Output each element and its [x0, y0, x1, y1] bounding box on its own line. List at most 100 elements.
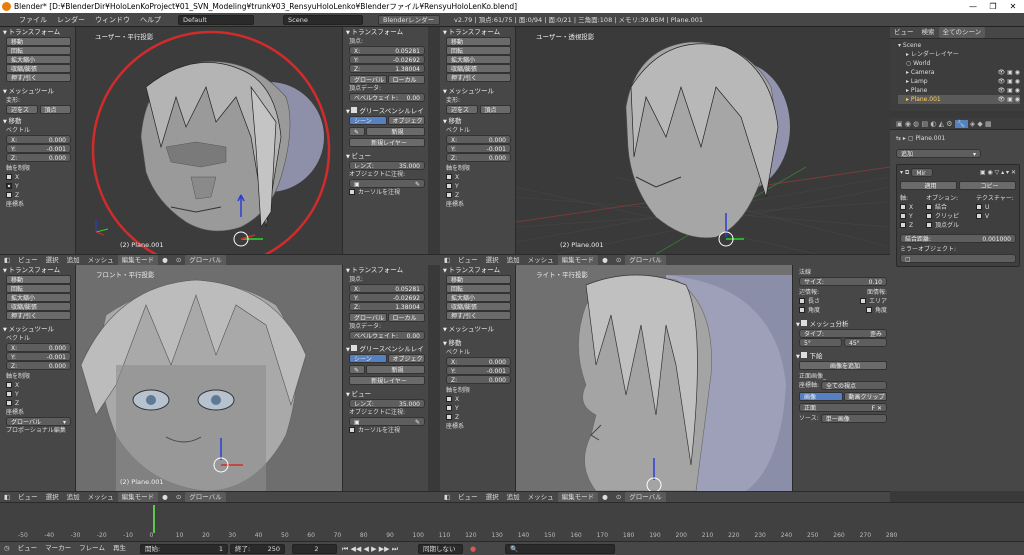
vector-z-field[interactable]: Z: 0.000: [446, 153, 511, 162]
analysis-type-field[interactable]: タイプ: 歪み: [799, 329, 887, 338]
orientation-selector[interactable]: グローバル: [185, 492, 226, 502]
move-button[interactable]: 移動: [446, 275, 511, 284]
mirror-object-field[interactable]: ▢: [900, 254, 1016, 263]
viewport-bottom-right[interactable]: ライト・平行投影: [516, 265, 792, 491]
section-grease-pencil[interactable]: グリースペンシルレイ: [343, 106, 428, 116]
section-meshtools[interactable]: メッシュツール: [0, 86, 75, 96]
pivot-icon[interactable]: ⊙: [172, 492, 185, 502]
gp-object-button[interactable]: オブジェクト: [387, 354, 425, 363]
mirror-v-checkbox[interactable]: V: [976, 212, 1014, 221]
move-button[interactable]: 移動: [446, 37, 511, 46]
mode-selector[interactable]: 編集モード: [117, 255, 159, 265]
outliner-row-lamp[interactable]: ▸ Lamp 👁 ▣ ◉: [898, 77, 1020, 86]
constraint-y-checkbox[interactable]: Y: [6, 390, 71, 399]
shrink-button[interactable]: 収縮/膨張: [6, 64, 71, 73]
gp-new-button[interactable]: 新規: [366, 365, 425, 374]
outliner-row-plane[interactable]: ▸ Plane 👁 ▣ ◉: [898, 86, 1020, 95]
rotate-button[interactable]: 回転: [6, 46, 71, 55]
section-transform[interactable]: トランスフォーム: [0, 27, 75, 37]
vector-x-field[interactable]: X: 0.000: [446, 135, 511, 144]
push-pull-button[interactable]: 押す/引く: [446, 73, 511, 82]
pivot-icon[interactable]: ⊙: [612, 255, 625, 265]
vector-y-field[interactable]: Y: -0.001: [6, 144, 71, 153]
area-checkbox[interactable]: エリア: [859, 297, 887, 306]
menu-help[interactable]: ヘルプ: [135, 13, 166, 26]
close-button[interactable]: ✕: [1003, 0, 1023, 13]
section-meshtools[interactable]: メッシュツール: [440, 324, 515, 334]
section-move-op[interactable]: 移動: [0, 116, 75, 126]
section-mesh-analysis[interactable]: メッシュ分析: [793, 319, 890, 329]
add-image-button[interactable]: 画像を追加: [799, 361, 887, 370]
pencil-icon[interactable]: ✎: [349, 365, 365, 374]
vector-x-field[interactable]: X: 0.000: [6, 135, 71, 144]
mirror-z-checkbox[interactable]: Z: [900, 221, 926, 230]
angle-checkbox[interactable]: 角度: [799, 306, 820, 315]
mode-selector[interactable]: 編集モード: [557, 492, 599, 502]
menu-file[interactable]: ファイル: [14, 13, 52, 26]
orientation-selector[interactable]: グローバル: [625, 492, 666, 502]
section-transform[interactable]: トランスフォーム: [0, 265, 75, 275]
vertex-y-field[interactable]: Y: -0.02692: [349, 55, 425, 64]
lock-cursor-checkbox[interactable]: カーソルを注視: [349, 188, 425, 197]
constraint-z-checkbox[interactable]: Z: [446, 191, 511, 200]
shading-icon[interactable]: ●: [158, 255, 172, 265]
modifier-display-icons[interactable]: ▣ ◉ ▽ ▴ ▾ ✕: [980, 168, 1016, 177]
lens-field[interactable]: レンズ: 35.000: [349, 399, 425, 408]
sync-selector[interactable]: 同期しない: [418, 544, 463, 554]
lens-field[interactable]: レンズ: 35.000: [349, 161, 425, 170]
timeline-frame-menu[interactable]: フレーム: [75, 542, 109, 555]
edge-slide-button[interactable]: 辺をス: [6, 105, 38, 114]
movie-clip-button[interactable]: 動画クリップ: [843, 392, 887, 401]
add-menu[interactable]: 追加: [503, 255, 524, 265]
lock-cursor-checkbox[interactable]: カーソルを注視: [349, 426, 425, 435]
vertex-slide-button[interactable]: 頂点: [479, 105, 511, 114]
vector-y-field[interactable]: Y: -0.001: [446, 366, 511, 375]
constraint-x-checkbox[interactable]: X: [6, 381, 71, 390]
mirror-u-checkbox[interactable]: U: [976, 203, 1014, 212]
add-modifier-button[interactable]: 追加 ▾: [896, 149, 981, 158]
min-angle-field[interactable]: 5°: [799, 338, 842, 347]
timeline[interactable]: -50 -40 -30 -20 -10 0 10 20 30 40 50 60 70 80 90 100 110…: [0, 502, 1024, 541]
modifier-name-field[interactable]: Mir: [911, 168, 934, 177]
timeline-view-menu[interactable]: ビュー: [14, 542, 42, 555]
local-button[interactable]: ローカル: [387, 75, 425, 84]
shading-icon[interactable]: ●: [598, 492, 612, 502]
outliner-row-world[interactable]: ○ World: [898, 59, 1020, 68]
menu-render[interactable]: レンダー: [52, 13, 90, 26]
timeline-play-menu[interactable]: 再生: [109, 542, 130, 555]
bevel-weight-field[interactable]: ベベルウェイト: 0.00: [349, 331, 425, 340]
lock-object-field[interactable]: ▣ ✎: [349, 179, 425, 188]
render-engine-selector[interactable]: Blenderレンダー: [378, 15, 440, 25]
mode-selector[interactable]: 編集モード: [557, 255, 599, 265]
vector-z-field[interactable]: Z: 0.000: [6, 361, 71, 370]
shrink-button[interactable]: 収縮/膨張: [446, 302, 511, 311]
layout-selector[interactable]: Default: [178, 15, 254, 25]
constraint-z-checkbox[interactable]: Z: [446, 413, 511, 422]
scale-button[interactable]: 拡大縮小: [6, 293, 71, 302]
minimize-button[interactable]: —: [963, 0, 983, 13]
orientation-selector[interactable]: グローバル: [625, 255, 666, 265]
push-pull-button[interactable]: 押す/引く: [6, 73, 71, 82]
move-button[interactable]: 移動: [6, 275, 71, 284]
image-source-button[interactable]: 画像: [799, 392, 843, 401]
copy-button[interactable]: コピー: [959, 181, 1016, 190]
bevel-weight-field[interactable]: ベベルウェイト: 0.00: [349, 93, 425, 102]
section-move-op[interactable]: 移動: [440, 338, 515, 348]
mesh-menu[interactable]: メッシュ: [524, 492, 558, 502]
merge-distance-field[interactable]: 結合距離: 0.001000: [900, 234, 1016, 243]
section-view[interactable]: ビュー: [343, 389, 428, 399]
mesh-menu[interactable]: メッシュ: [84, 492, 118, 502]
mesh-menu[interactable]: メッシュ: [524, 255, 558, 265]
editor-type-icon[interactable]: ◷: [0, 542, 14, 555]
gp-scene-button[interactable]: シーン: [349, 354, 387, 363]
section-transform[interactable]: トランスフォーム: [440, 265, 515, 275]
section-move-op[interactable]: 移動: [440, 116, 515, 126]
outliner-row-renderlayer[interactable]: ▸ レンダーレイヤー: [898, 50, 1020, 59]
section-background-images[interactable]: 下絵: [793, 351, 890, 361]
select-menu[interactable]: 選択: [42, 255, 63, 265]
view-menu[interactable]: ビュー: [454, 255, 482, 265]
orientation-field[interactable]: グローバル ▾: [6, 417, 71, 426]
keying-set-field[interactable]: 🔍: [505, 544, 615, 554]
section-meshtools[interactable]: メッシュツール: [440, 86, 515, 96]
pencil-icon[interactable]: ✎: [349, 127, 365, 136]
